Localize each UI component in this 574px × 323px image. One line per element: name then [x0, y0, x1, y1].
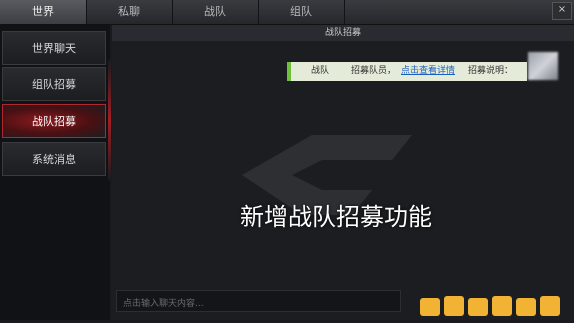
notice-recruit: 招募队员， — [351, 66, 397, 76]
chat-panel: 战队招募 战队 招募队员， 点击查看详情 招募说明： 新增战队招募功能 — [112, 25, 574, 320]
panel-title: 战队招募 — [112, 25, 574, 41]
notice-description: 招募说明： — [468, 66, 514, 76]
sidebar-item-team-recruit[interactable]: 战队招募 — [2, 104, 106, 138]
site-logo — [418, 292, 568, 323]
caption-text: 新增战队招募功能 — [240, 203, 432, 231]
recruit-notice: 战队 招募队员， 点击查看详情 招募说明： — [287, 62, 527, 81]
tab-bar: 世界 私聊 战队 组队 × — [0, 0, 574, 25]
tab-group[interactable]: 组队 — [258, 0, 345, 24]
sidebar-item-system-messages[interactable]: 系统消息 — [2, 142, 106, 176]
avatar — [528, 52, 558, 80]
notice-team: 战队 — [311, 66, 330, 76]
tab-team[interactable]: 战队 — [172, 0, 259, 24]
site-logo-icon — [420, 296, 560, 316]
active-indicator — [108, 60, 111, 180]
close-icon[interactable]: × — [552, 2, 572, 20]
tab-private-chat[interactable]: 私聊 — [86, 0, 173, 24]
view-details-link[interactable]: 点击查看详情 — [401, 62, 455, 81]
sidebar: 世界聊天 组队招募 战队招募 系统消息 — [0, 25, 110, 320]
tab-world[interactable]: 世界 — [0, 0, 87, 24]
sidebar-item-group-recruit[interactable]: 组队招募 — [2, 67, 106, 101]
sidebar-item-world-chat[interactable]: 世界聊天 — [2, 31, 106, 65]
chat-input-container — [116, 290, 401, 314]
chat-input[interactable] — [117, 294, 400, 314]
